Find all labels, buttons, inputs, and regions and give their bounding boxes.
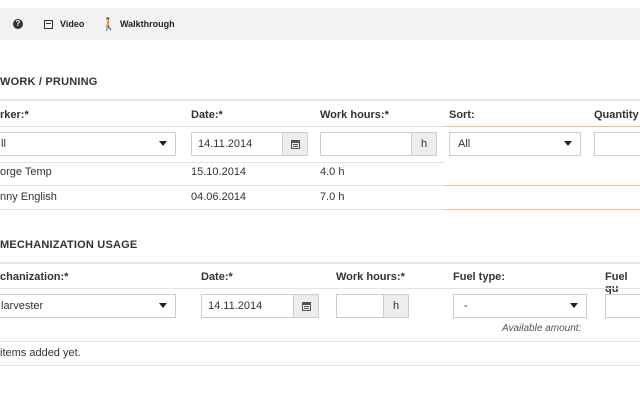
fuel-type-header: Fuel type: [453,271,505,283]
chevron-down-icon [159,141,167,146]
walkthrough-label: Walkthrough [119,19,175,29]
calendar-icon [301,301,311,311]
mech-date-calendar-button[interactable] [293,294,319,318]
work-row-2-divider [0,209,445,210]
sort-header: Sort: [449,109,475,121]
mechanization-select[interactable]: larvester [0,294,176,318]
mech-work-hours-header: Work hours:* [336,271,405,283]
video-label: Video [60,19,85,29]
chevron-down-icon [159,303,167,308]
work-hours-unit-label: h [420,138,428,150]
sort-select-value: All [458,138,471,150]
work-header-divider [0,126,445,127]
work-section-divider [0,99,640,101]
mechanization-section-divider [0,262,640,264]
mech-hours-input[interactable] [336,294,384,318]
worker-header: rker:* [0,109,29,121]
mech-date-header: Date:* [201,271,233,283]
work-date-input[interactable]: 14.11.2014 [191,132,283,156]
walking-person-icon: 🚶 [101,17,116,31]
chevron-down-icon [564,141,572,146]
top-toolbar: ? Video 🚶 Walkthrough [0,8,640,40]
work-hours-input[interactable] [320,132,412,156]
work-row-1-hours: 4.0 h [320,166,345,178]
work-date-value: 14.11.2014 [198,138,253,150]
help-button[interactable]: ? [13,8,23,40]
quantity-header: Quantity [594,109,639,121]
mechanization-section-title: MECHANIZATION USAGE [0,239,138,251]
mech-row-divider [0,341,640,342]
quantity-input[interactable] [594,132,640,156]
work-row-1-accent-line [445,185,640,186]
mech-bottom-divider [0,365,640,366]
work-row-1-divider [0,185,445,186]
mech-hours-unit-label: h [392,300,400,312]
work-row-2-accent-line [445,209,640,210]
mech-hours-unit: h [383,294,409,318]
work-row-2-worker: nny English [0,191,57,203]
mech-date-input[interactable]: 14.11.2014 [201,294,294,318]
calendar-icon [290,139,300,149]
work-header-accent-line [445,126,640,127]
sort-select[interactable]: All [449,132,581,156]
empty-list-message: items added yet. [0,347,81,359]
work-section-title: WORK / PRUNING [0,76,98,88]
mech-header-divider [0,288,640,289]
worker-select-value: ll [1,138,6,150]
chevron-down-icon [570,303,578,308]
fuel-quantity-header: Fuel qu [605,271,628,295]
work-row-1-worker: orge Temp [0,166,52,178]
work-row-1-date: 15.10.2014 [191,166,247,178]
fuel-quantity-input[interactable] [605,294,640,318]
work-row-2-date: 04.06.2014 [191,191,247,203]
mechanization-select-value: larvester [1,300,44,312]
walkthrough-button[interactable]: 🚶 Walkthrough [101,8,175,40]
available-amount-label: Available amount: [502,323,582,334]
worker-select[interactable]: ll [0,132,176,156]
film-icon [44,19,53,29]
mechanization-header: chanization:* [0,271,69,283]
video-button[interactable]: Video [44,8,84,40]
question-circle-icon: ? [13,19,23,29]
work-hours-header: Work hours:* [320,109,389,121]
work-row-2-hours: 7.0 h [320,191,345,203]
fuel-type-select[interactable]: - [453,294,587,318]
date-header: Date:* [191,109,223,121]
work-hours-unit: h [411,132,437,156]
work-date-calendar-button[interactable] [282,132,308,156]
work-row-divider [0,162,445,163]
fuel-type-select-value: - [464,300,468,312]
mech-date-value: 14.11.2014 [208,300,263,312]
